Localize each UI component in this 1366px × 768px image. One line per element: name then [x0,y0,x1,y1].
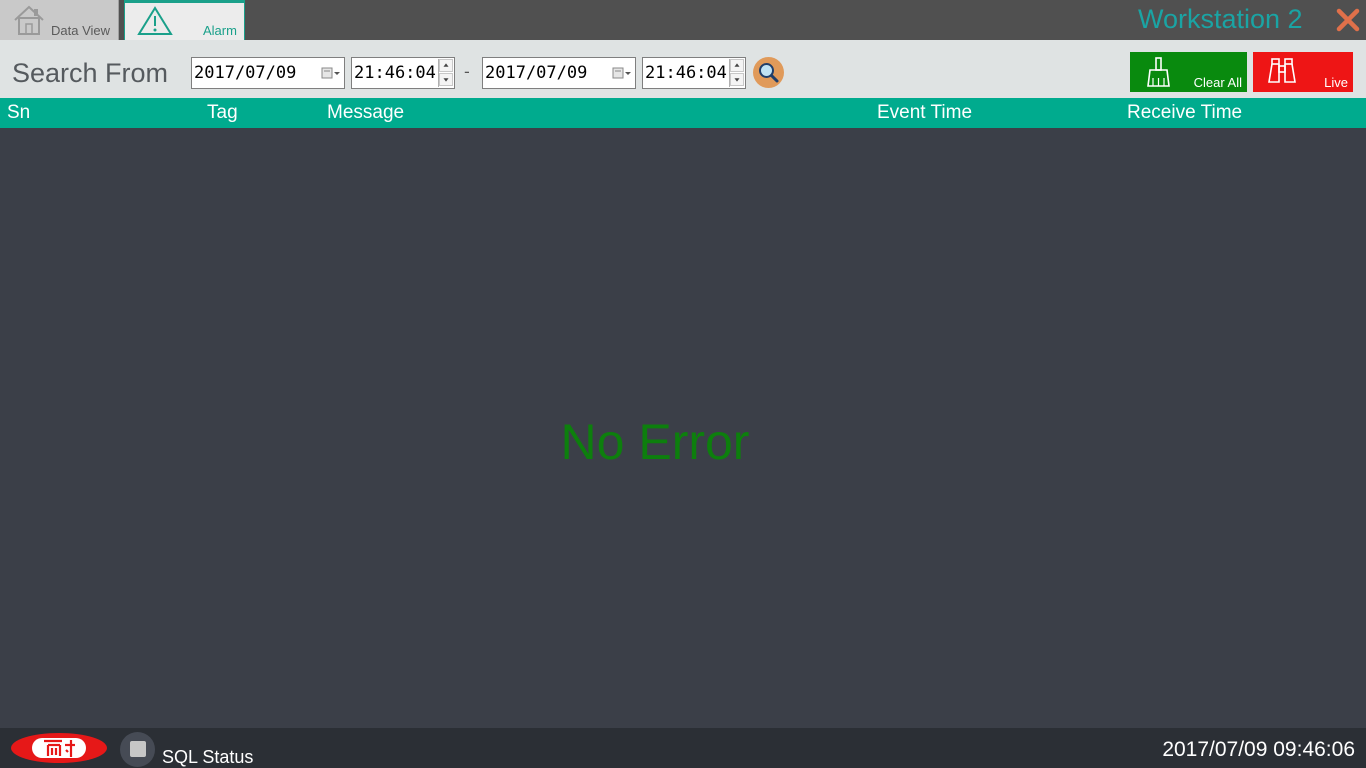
column-header-receive-time[interactable]: Receive Time [1127,102,1242,124]
warning-icon [137,6,173,35]
chevron-down-icon[interactable] [730,73,744,86]
to-time-stepper[interactable]: 21:46:04 [642,57,746,89]
binoculars-icon [1268,58,1296,83]
to-time-value: 21:46:04 [645,63,727,83]
calendar-dropdown-icon[interactable] [320,65,342,81]
search-icon [759,63,779,83]
chevron-up-icon[interactable] [730,59,744,72]
system-clock: 2017/07/09 09:46:06 [1162,738,1355,761]
status-bar: SQL Status 2017/07/09 09:46:06 [0,728,1366,768]
live-button[interactable]: Live [1253,52,1353,92]
clear-all-label: Clear All [1193,75,1242,90]
sql-status-indicator [120,732,155,767]
tab-data-view[interactable]: Data View [0,0,119,40]
tab-alarm-label: Alarm [203,23,237,38]
brand-logo [11,733,107,763]
live-label: Live [1324,75,1348,90]
close-icon[interactable] [1334,6,1362,34]
home-icon [14,5,44,35]
search-toolbar: Search From 2017/07/09 21:46:04 - 2017/0… [0,40,1366,98]
column-header-event-time[interactable]: Event Time [877,102,972,124]
to-time-spinner [729,59,744,87]
to-date-picker[interactable]: 2017/07/09 [482,57,636,89]
chevron-down-icon[interactable] [439,73,453,86]
range-separator: - [464,62,470,81]
search-button[interactable] [753,57,784,88]
chevron-up-icon[interactable] [439,59,453,72]
stop-icon [130,741,146,757]
from-date-value: 2017/07/09 [194,63,297,83]
column-header-tag[interactable]: Tag [207,102,238,124]
search-from-label: Search From [12,58,169,88]
from-date-picker[interactable]: 2017/07/09 [191,57,345,89]
window-title: Workstation 2 [1138,4,1303,34]
tab-alarm[interactable]: Alarm [124,0,245,40]
tab-bar: Data View Alarm Workstation 2 [0,0,1366,40]
broom-icon [1147,57,1170,87]
empty-state-message: No Error [560,414,750,470]
from-time-spinner [438,59,453,87]
from-time-stepper[interactable]: 21:46:04 [351,57,455,89]
tab-data-view-label: Data View [51,23,111,38]
from-time-value: 21:46:04 [354,63,436,83]
to-date-value: 2017/07/09 [485,63,588,83]
sql-status-label: SQL Status [162,747,254,767]
alarm-list: No Error [0,128,1366,728]
alarm-table-header: Sn Tag Message Event Time Receive Time [0,98,1366,128]
calendar-dropdown-icon[interactable] [611,65,633,81]
column-header-sn[interactable]: Sn [7,102,30,124]
column-header-message[interactable]: Message [327,102,404,124]
clear-all-button[interactable]: Clear All [1130,52,1247,92]
